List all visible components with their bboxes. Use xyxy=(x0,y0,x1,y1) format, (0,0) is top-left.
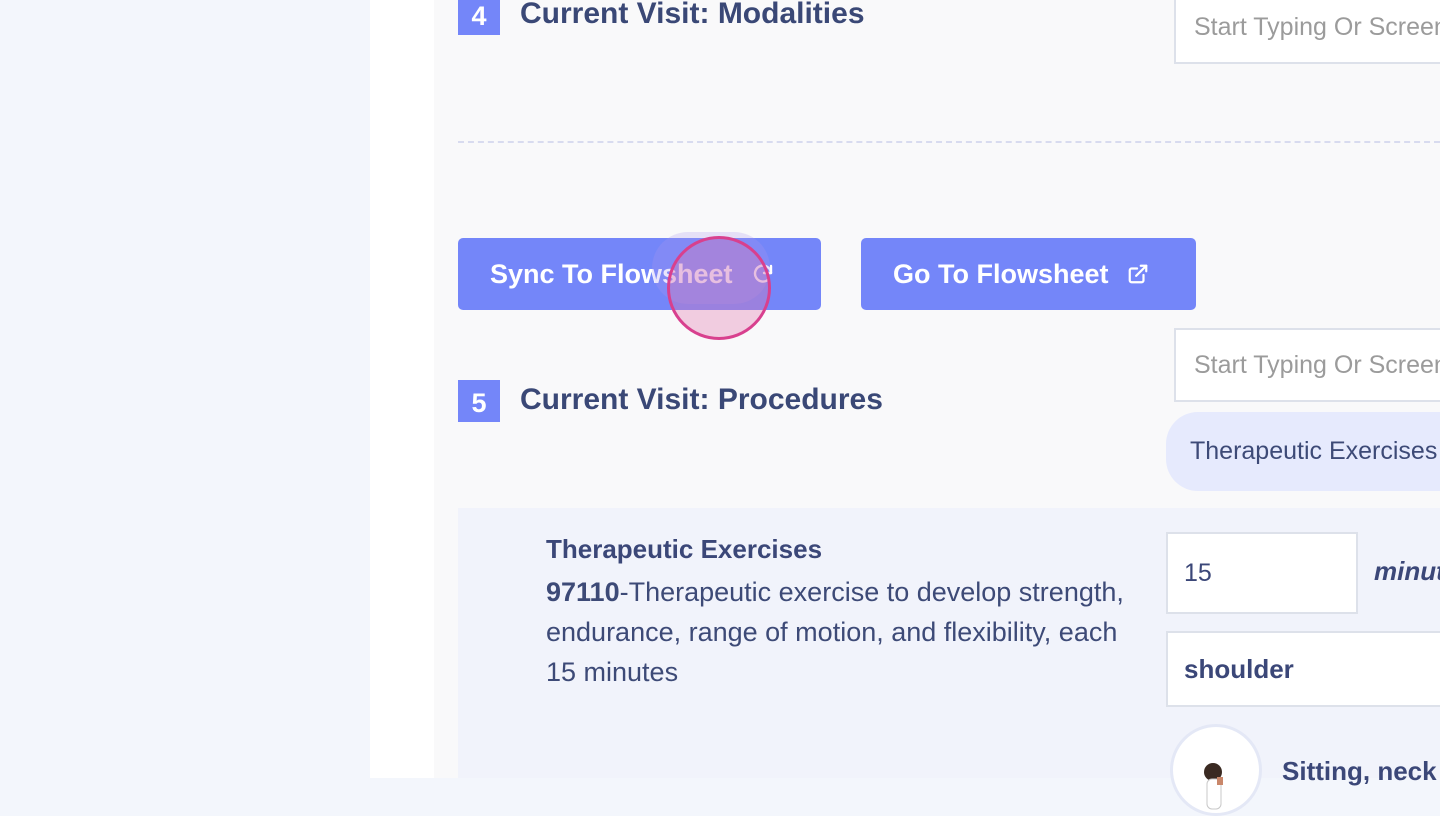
minutes-unit-label: minutes xyxy=(1374,556,1440,586)
procedure-name: Therapeutic Exercises xyxy=(546,534,823,564)
procedure-code: 97110 xyxy=(546,577,620,607)
step-number-badge: 5 xyxy=(458,380,500,422)
procedure-description: 97110-Therapeutic exercise to develop st… xyxy=(546,572,1146,692)
person-icon xyxy=(1204,763,1223,810)
go-to-flowsheet-button[interactable]: Go To Flowsheet xyxy=(861,238,1196,310)
exercise-thumbnail[interactable] xyxy=(1170,724,1262,816)
modalities-search-input[interactable] xyxy=(1174,0,1440,64)
external-link-icon xyxy=(1127,263,1149,285)
refresh-icon xyxy=(751,262,775,286)
section-divider xyxy=(458,141,1440,143)
procedures-search-input[interactable] xyxy=(1174,328,1440,402)
exercise-label: Sitting, neck xyxy=(1282,756,1437,786)
sync-to-flowsheet-button[interactable]: Sync To Flowsheet xyxy=(458,238,821,310)
modalities-section-title: Current Visit: Modalities xyxy=(520,0,865,30)
go-to-flowsheet-label: Go To Flowsheet xyxy=(893,258,1109,289)
sync-to-flowsheet-label: Sync To Flowsheet xyxy=(490,258,733,289)
procedures-section-title: Current Visit: Procedures xyxy=(520,383,883,416)
page-background xyxy=(0,0,370,778)
body-part-field[interactable]: shoulder xyxy=(1166,631,1440,707)
step-number-badge: 4 xyxy=(458,0,500,35)
selected-procedure-chip[interactable]: Therapeutic Exercises xyxy=(1166,412,1440,491)
procedure-description-text: -Therapeutic exercise to develop strengt… xyxy=(546,577,1124,687)
procedure-minutes-input[interactable] xyxy=(1166,532,1358,614)
content-gutter xyxy=(370,0,434,778)
